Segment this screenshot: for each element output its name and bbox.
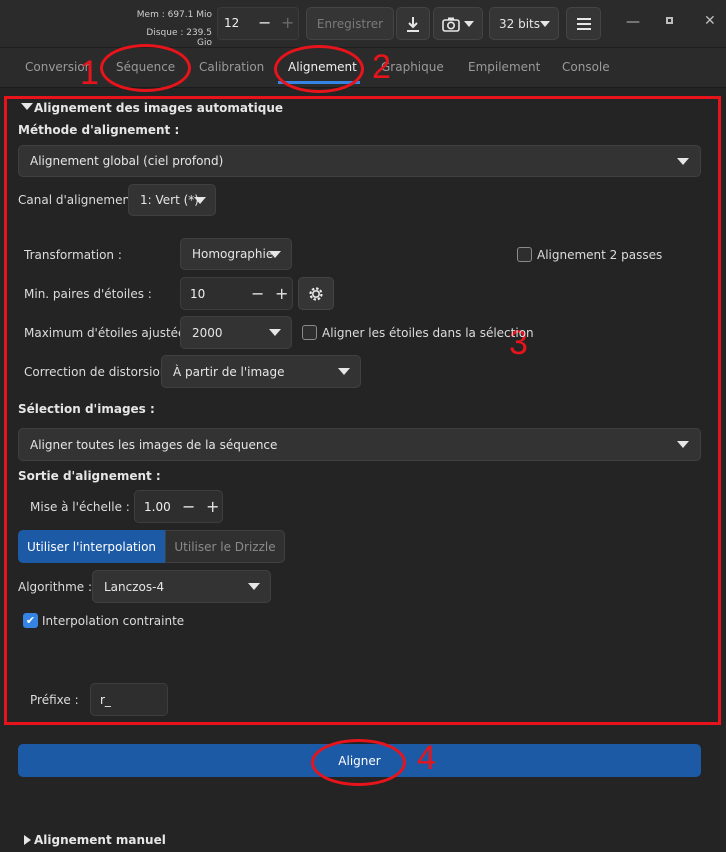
align-button-label: Aligner bbox=[338, 753, 381, 768]
chevron-down-icon bbox=[464, 21, 474, 27]
algorithm-value: Lanczos-4 bbox=[104, 579, 165, 594]
drizzle-toggle[interactable]: Utiliser le Drizzle bbox=[165, 530, 285, 563]
image-selection-dropdown[interactable]: Aligner toutes les images de la séquence bbox=[18, 428, 701, 461]
prefix-input[interactable]: r_ bbox=[90, 683, 168, 716]
interpolation-toggle[interactable]: Utiliser l'interpolation bbox=[18, 530, 165, 563]
drizzle-toggle-label: Utiliser le Drizzle bbox=[174, 539, 276, 554]
channel-label: Canal d'alignement : bbox=[18, 193, 143, 207]
channel-value: 1: Vert (*) bbox=[140, 193, 199, 207]
output-label: Sortie d'alignement : bbox=[18, 469, 161, 483]
plus-icon[interactable]: + bbox=[206, 497, 219, 516]
maximize-icon[interactable] bbox=[666, 17, 673, 24]
chevron-down-icon bbox=[677, 441, 689, 448]
constrained-interp-checkbox[interactable]: ✔ bbox=[23, 613, 38, 628]
scale-label: Mise à l'échelle : bbox=[30, 500, 130, 514]
transformation-label: Transformation : bbox=[24, 248, 122, 262]
min-pairs-stepper: 10 − + bbox=[180, 277, 293, 310]
distortion-label: Correction de distorsion : bbox=[24, 365, 176, 379]
image-selection-value: Aligner toutes les images de la séquence bbox=[30, 437, 278, 452]
distortion-dropdown[interactable]: À partir de l'image bbox=[161, 355, 361, 388]
interpolation-toggle-label: Utiliser l'interpolation bbox=[26, 539, 157, 554]
star-finder-settings-button[interactable] bbox=[298, 277, 334, 310]
max-stars-combo[interactable]: 2000 bbox=[180, 316, 292, 349]
minus-icon[interactable]: − bbox=[251, 284, 264, 303]
transformation-value: Homographie bbox=[192, 247, 274, 261]
snapshot-button[interactable] bbox=[433, 7, 483, 40]
tab-alignement[interactable]: Alignement bbox=[288, 60, 357, 74]
chevron-down-icon bbox=[338, 368, 350, 375]
annotation-number-1: 1 bbox=[80, 54, 99, 92]
chevron-down-icon bbox=[540, 21, 550, 27]
chevron-down-icon bbox=[677, 158, 689, 165]
algorithm-dropdown[interactable]: Lanczos-4 bbox=[92, 570, 271, 603]
align-selection-label: Aligner les étoiles dans la sélection bbox=[322, 326, 534, 340]
constrained-interp-label: Interpolation contrainte bbox=[42, 614, 185, 628]
tab-empilement[interactable]: Empilement bbox=[468, 60, 540, 74]
min-pairs-value[interactable]: 10 bbox=[190, 287, 205, 301]
camera-icon bbox=[442, 17, 460, 32]
align-button[interactable]: Aligner bbox=[18, 744, 701, 777]
method-label: Méthode d'alignement : bbox=[18, 123, 180, 137]
save-download-button[interactable] bbox=[396, 7, 430, 40]
two-pass-label: Alignement 2 passes bbox=[537, 248, 663, 262]
tab-sequence[interactable]: Séquence bbox=[116, 60, 175, 74]
plus-icon[interactable]: + bbox=[281, 13, 294, 32]
annotation-number-4: 4 bbox=[417, 739, 436, 777]
main-menu-button[interactable] bbox=[566, 7, 601, 40]
manual-align-title[interactable]: Alignement manuel bbox=[34, 833, 166, 847]
align-selection-checkbox[interactable] bbox=[302, 325, 317, 340]
scale-value[interactable]: 1.00 bbox=[144, 500, 171, 514]
tab-bar: Conversion Séquence Calibration Aligneme… bbox=[0, 48, 726, 88]
annotation-number-2: 2 bbox=[372, 48, 391, 86]
algorithm-label: Algorithme : bbox=[18, 580, 93, 594]
scale-stepper: 1.00 − + bbox=[134, 490, 223, 523]
channel-dropdown[interactable]: 1: Vert (*) bbox=[128, 184, 216, 216]
distortion-value: À partir de l'image bbox=[173, 364, 285, 379]
min-pairs-label: Min. paires d'étoiles : bbox=[24, 287, 152, 301]
gear-icon bbox=[309, 286, 323, 301]
prefix-label: Préfixe : bbox=[30, 693, 79, 707]
close-icon[interactable]: ✕ bbox=[704, 13, 716, 29]
hamburger-menu-icon bbox=[576, 17, 591, 30]
expander-closed-icon[interactable] bbox=[24, 835, 31, 845]
auto-align-title[interactable]: Alignement des images automatique bbox=[34, 101, 283, 115]
save-button-label: Enregistrer bbox=[316, 16, 384, 31]
active-tab-indicator bbox=[278, 81, 360, 84]
chevron-down-icon bbox=[194, 197, 206, 204]
minus-icon[interactable]: − bbox=[258, 13, 271, 32]
bit-depth-label: 32 bits bbox=[499, 16, 540, 31]
max-stars-label: Maximum d'étoiles ajustées : bbox=[24, 326, 200, 340]
prefix-value: r_ bbox=[100, 692, 111, 707]
chevron-down-icon bbox=[248, 583, 260, 590]
expander-open-icon[interactable] bbox=[21, 103, 33, 110]
plus-icon[interactable]: + bbox=[275, 284, 288, 303]
chevron-down-icon bbox=[269, 251, 281, 258]
tab-calibration[interactable]: Calibration bbox=[199, 60, 264, 74]
tab-console[interactable]: Console bbox=[562, 60, 610, 74]
save-button[interactable]: Enregistrer bbox=[306, 7, 394, 40]
disk-usage: Disque : 239.5 Gio bbox=[146, 28, 212, 48]
method-value: Alignement global (ciel profond) bbox=[30, 154, 224, 168]
image-selection-label: Sélection d'images : bbox=[18, 402, 155, 416]
threads-value[interactable]: 12 bbox=[224, 16, 239, 30]
download-icon bbox=[407, 16, 419, 32]
minimize-icon[interactable]: — bbox=[626, 14, 640, 30]
method-dropdown[interactable]: Alignement global (ciel profond) bbox=[18, 145, 701, 177]
minus-icon[interactable]: − bbox=[182, 497, 195, 516]
header-bar: Mem : 697.1 Mio Disque : 239.5 Gio 12 − … bbox=[0, 0, 726, 48]
threads-stepper: 12 − + bbox=[217, 7, 299, 40]
transformation-dropdown[interactable]: Homographie bbox=[180, 238, 292, 270]
max-stars-value[interactable]: 2000 bbox=[192, 326, 223, 340]
memory-usage: Mem : 697.1 Mio bbox=[136, 10, 212, 20]
bit-depth-selector[interactable]: 32 bits bbox=[489, 7, 559, 40]
chevron-down-icon bbox=[269, 329, 281, 336]
two-pass-checkbox[interactable] bbox=[517, 247, 532, 262]
